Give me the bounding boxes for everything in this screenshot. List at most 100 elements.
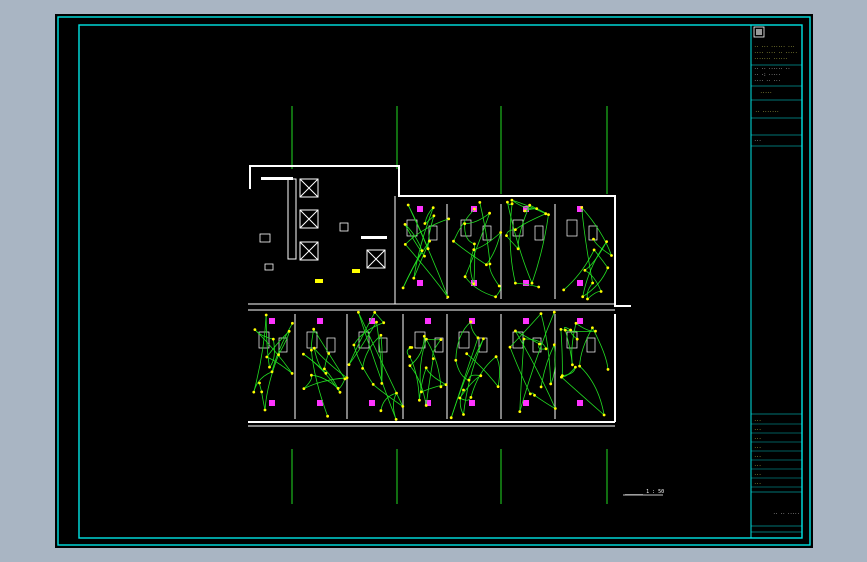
outlet-device [444, 383, 448, 386]
outlet-device [478, 201, 482, 204]
wire-run [579, 327, 593, 367]
wire-run [495, 356, 500, 387]
outlet-device [523, 209, 527, 213]
outlet-device [518, 410, 522, 413]
outlet-device [361, 367, 364, 370]
outlet-device [263, 408, 267, 412]
fixture-marker [269, 318, 275, 324]
outlet-device [591, 281, 594, 285]
outlet-device [497, 284, 501, 288]
outlet-device [496, 385, 500, 388]
outlet-device [324, 371, 328, 375]
wire-run [413, 207, 434, 279]
outlet-device [538, 342, 541, 346]
wire-run [407, 204, 449, 298]
outlet-device [302, 352, 305, 356]
outlet-device [408, 355, 412, 358]
outlet-device [505, 234, 508, 238]
outlet-device [310, 348, 313, 352]
wire-run [425, 358, 434, 406]
contact-line: ···· ·· ··· [754, 78, 781, 83]
company-line: ······· ······ [754, 56, 788, 61]
outlet-device [606, 368, 610, 371]
tb-row-label: ··· [754, 463, 761, 468]
outlet-device [408, 364, 412, 367]
outlet-device [463, 222, 467, 226]
outlet-device [423, 222, 427, 225]
wire-run [380, 392, 397, 411]
contact-line: ·· ·· ······ ·· [754, 66, 790, 71]
outlet-device [345, 376, 349, 380]
outlet-device [535, 207, 539, 211]
outlet-device [452, 239, 455, 243]
outlet-device [406, 203, 410, 207]
outlet-device [514, 228, 517, 232]
outlet-device [592, 237, 595, 241]
outlet-device [544, 212, 548, 216]
furniture [586, 337, 596, 353]
outlet-device [408, 346, 412, 349]
outlet-device [514, 329, 517, 333]
wire-run [571, 323, 577, 365]
drawing-name: ·· ······· [755, 109, 779, 114]
wire-run [584, 269, 602, 292]
outlet-device [271, 337, 275, 341]
outlet-device [270, 370, 274, 374]
outlet-device [425, 337, 428, 341]
fixture-marker [523, 400, 529, 406]
outlet-device [462, 413, 465, 416]
outlet-device [347, 363, 351, 366]
outlet-device [439, 338, 443, 341]
outlet-device [580, 206, 584, 209]
wire-run [495, 285, 501, 298]
outlet-device [422, 334, 426, 338]
outlet-device [469, 320, 473, 324]
outlet-device [264, 313, 268, 317]
fixture-marker [317, 318, 323, 324]
bed-fixture [414, 331, 426, 349]
fixture-marker [269, 400, 275, 406]
outlet-device [420, 390, 423, 394]
tb-row-label: ··· [754, 472, 761, 477]
wire-run [426, 338, 441, 341]
furniture [326, 337, 336, 353]
outlet-device [310, 373, 313, 377]
cad-viewport[interactable]: ______ 1 : 50 ·· ··· ······ ··· ···· ···… [55, 14, 813, 548]
outlet-device [458, 396, 462, 400]
outlet-device [312, 346, 316, 350]
outlet-device [528, 392, 532, 396]
outlet-device [403, 223, 407, 226]
outlet-device [552, 343, 556, 347]
outlet-device [586, 297, 589, 301]
outlet-device [506, 200, 509, 204]
wire-run [455, 321, 472, 361]
tb-row-label: ··· [754, 481, 761, 486]
wire-run [372, 384, 404, 407]
outlet-device [465, 352, 469, 356]
bed-fixture [460, 219, 472, 237]
outlet-device [583, 268, 587, 272]
outlet-device [510, 202, 514, 206]
wire-run [531, 214, 549, 284]
wire-run [479, 202, 491, 265]
outlet-device [382, 321, 386, 325]
outlet-device [488, 262, 492, 266]
outlet-device [252, 390, 256, 394]
fixture-marker [577, 400, 583, 406]
outlet-device [424, 366, 428, 370]
electrical-floor-plan-drawing: ______ 1 : 50 ·· ··· ······ ··· ···· ···… [57, 16, 811, 546]
outlet-device [338, 390, 342, 394]
fixture-marker [577, 318, 583, 324]
wire-run [561, 376, 605, 416]
outlet-device [605, 240, 608, 244]
outlet-device [253, 328, 257, 331]
outlet-device [379, 333, 383, 337]
outlet-device [454, 358, 458, 362]
fixture-marker [577, 280, 583, 286]
wire-run [579, 365, 605, 416]
outlet-device [485, 263, 488, 267]
wire-run [348, 321, 377, 365]
outlet-device [549, 382, 553, 386]
wire-run [464, 212, 490, 225]
wire-run [313, 347, 348, 379]
